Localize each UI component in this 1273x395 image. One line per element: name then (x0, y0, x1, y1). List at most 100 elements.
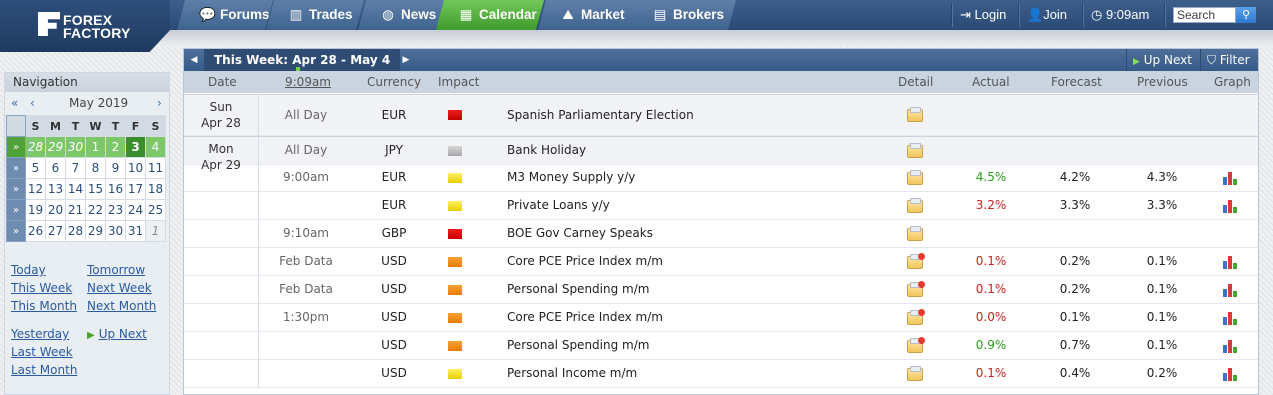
calendar-day[interactable]: 14 (65, 178, 86, 200)
folder-icon[interactable] (907, 169, 923, 185)
clock-time[interactable]: ◷ 9:09am (1091, 0, 1149, 30)
yesterday-link[interactable]: Yesterday (11, 327, 69, 341)
tab-trades[interactable]: ▥ Trades (266, 0, 364, 30)
calendar-day[interactable]: 11 (145, 157, 166, 179)
prev-week-arrow-icon[interactable]: ◀ (184, 49, 204, 71)
folder-icon[interactable] (907, 142, 923, 158)
tab-market[interactable]: ⛰ Market (538, 0, 638, 30)
table-row[interactable]: 1:30pm USD Core PCE Price Index m/m 0.0% 0.1… (184, 304, 1258, 332)
next-month-button[interactable]: › (157, 92, 162, 114)
tab-forums[interactable]: 💬 Forums (177, 0, 273, 30)
calendar-day[interactable]: 30 (65, 136, 86, 158)
today-link[interactable]: Today (11, 263, 46, 277)
table-row[interactable]: EUR Private Loans y/y 3.2% 3.3% 3.3% (184, 192, 1258, 220)
event-title[interactable]: Core PCE Price Index m/m (507, 304, 663, 331)
medium-impact-icon[interactable] (448, 340, 462, 351)
folder-icon[interactable] (907, 225, 923, 241)
calendar-day[interactable]: 26 (25, 220, 46, 242)
calendar-day[interactable]: 28 (65, 220, 86, 242)
calendar-day[interactable]: 15 (85, 178, 106, 200)
calendar-day[interactable]: 28 (25, 136, 46, 158)
low-impact-icon[interactable] (448, 368, 462, 379)
calendar-day[interactable]: 13 (45, 178, 66, 200)
calendar-day[interactable]: 2 (105, 136, 126, 158)
folder-alert-icon[interactable] (907, 252, 925, 269)
graph-icon[interactable] (1223, 255, 1239, 269)
calendar-day[interactable]: 25 (145, 199, 166, 221)
graph-icon[interactable] (1223, 311, 1239, 325)
event-title[interactable]: Private Loans y/y (507, 192, 610, 219)
forex-factory-logo[interactable]: FOREX FACTORY (0, 0, 170, 52)
week-select-button[interactable]: » (6, 136, 26, 158)
table-row[interactable]: USD Personal Spending m/m 0.9% 0.7% 0.1% (184, 332, 1258, 360)
event-title[interactable]: Bank Holiday (507, 137, 586, 164)
calendar-day[interactable]: 21 (65, 199, 86, 221)
calendar-day[interactable]: 20 (45, 199, 66, 221)
login-link[interactable]: ⇥ Login (960, 0, 1006, 30)
medium-impact-icon[interactable] (448, 256, 462, 267)
graph-icon[interactable] (1223, 283, 1239, 297)
medium-impact-icon[interactable] (448, 284, 462, 295)
calendar-day[interactable]: 6 (45, 157, 66, 179)
tab-news[interactable]: ◍ News (358, 0, 446, 30)
table-row[interactable]: Feb Data USD Core PCE Price Index m/m 0.1% 0… (184, 248, 1258, 276)
folder-alert-icon[interactable] (907, 280, 925, 297)
calendar-day[interactable]: 18 (145, 178, 166, 200)
this-month-link[interactable]: This Month (11, 299, 77, 313)
up-next-link[interactable]: ▶ Up Next (87, 327, 147, 341)
calendar-day-today[interactable]: 3 (125, 136, 146, 158)
event-title[interactable]: Personal Income m/m (507, 360, 637, 387)
week-select-button[interactable]: » (6, 178, 26, 200)
low-impact-icon[interactable] (448, 172, 462, 183)
last-month-link[interactable]: Last Month (11, 363, 77, 377)
table-row[interactable]: All Day JPY Bank Holiday (184, 136, 1258, 165)
calendar-day[interactable]: 29 (85, 220, 106, 242)
calendar-day[interactable]: 19 (25, 199, 46, 221)
calendar-day[interactable]: 9 (105, 157, 126, 179)
calendar-day[interactable]: 16 (105, 178, 126, 200)
up-next-button[interactable]: ▶ Up Next (1126, 49, 1198, 71)
calendar-day[interactable]: 1 (85, 136, 106, 158)
tab-calendar[interactable]: ▦ Calendar (436, 0, 544, 30)
table-row[interactable]: All Day EUR Spanish Parliamentary Election (184, 94, 1258, 136)
graph-icon[interactable] (1223, 199, 1239, 213)
prev-year-button[interactable]: « (11, 92, 18, 114)
high-impact-icon[interactable] (448, 228, 462, 239)
week-select-button[interactable]: » (6, 220, 26, 242)
this-week-link[interactable]: This Week (11, 281, 72, 295)
event-title[interactable]: BOE Gov Carney Speaks (507, 220, 653, 247)
event-title[interactable]: Personal Spending m/m (507, 332, 649, 359)
calendar-day[interactable]: 27 (45, 220, 66, 242)
last-week-link[interactable]: Last Week (11, 345, 73, 359)
event-title[interactable]: Personal Spending m/m (507, 276, 649, 303)
tomorrow-link[interactable]: Tomorrow (87, 263, 145, 277)
folder-icon[interactable] (907, 365, 923, 381)
filter-button[interactable]: ⛉ Filter (1200, 49, 1256, 71)
calendar-day-next-month[interactable]: 1 (145, 220, 166, 242)
tab-brokers[interactable]: ▤ Brokers (630, 0, 736, 30)
calendar-day[interactable]: 12 (25, 178, 46, 200)
graph-icon[interactable] (1223, 339, 1239, 353)
search-button[interactable]: ⚲ (1236, 7, 1256, 23)
calendar-day[interactable]: 4 (145, 136, 166, 158)
next-week-arrow-icon[interactable]: ▶ (396, 49, 416, 71)
calendar-day[interactable]: 22 (85, 199, 106, 221)
calendar-day[interactable]: 29 (45, 136, 66, 158)
next-week-link[interactable]: Next Week (87, 281, 152, 295)
event-title[interactable]: Core PCE Price Index m/m (507, 248, 663, 275)
calendar-day[interactable]: 7 (65, 157, 86, 179)
high-impact-icon[interactable] (448, 110, 462, 120)
calendar-day[interactable]: 17 (125, 178, 146, 200)
calendar-day[interactable]: 30 (105, 220, 126, 242)
calendar-day[interactable]: 8 (85, 157, 106, 179)
medium-impact-icon[interactable] (448, 312, 462, 323)
event-title[interactable]: M3 Money Supply y/y (507, 164, 635, 191)
week-select-button[interactable]: » (6, 157, 26, 179)
calendar-day[interactable]: 5 (25, 157, 46, 179)
prev-month-button[interactable]: ‹ (30, 92, 35, 114)
holiday-impact-icon[interactable] (448, 145, 462, 156)
calendar-day[interactable]: 23 (105, 199, 126, 221)
folder-icon[interactable] (907, 107, 923, 122)
col-time[interactable]: 9:09am (285, 71, 331, 93)
calendar-day[interactable]: 31 (125, 220, 146, 242)
